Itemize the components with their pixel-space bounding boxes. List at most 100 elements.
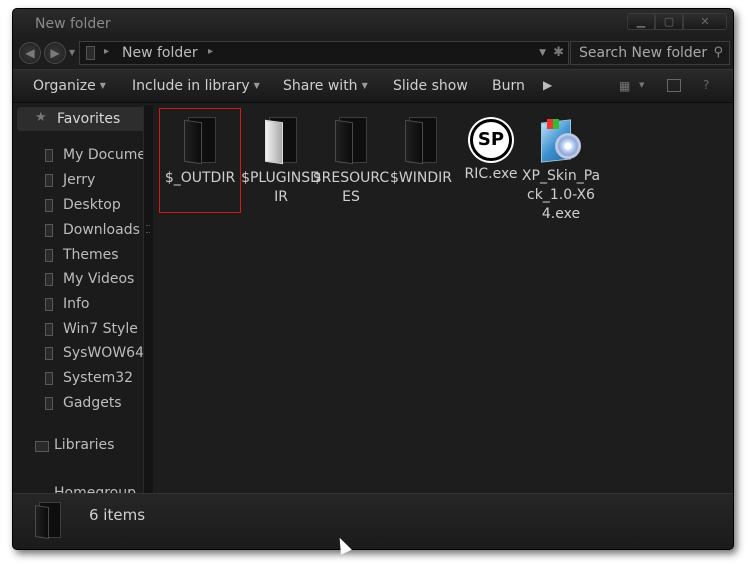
item-count: 6 items [89, 506, 146, 524]
refresh-icon[interactable]: ✱ [553, 45, 564, 60]
file-label: $_OUTDIR [164, 170, 236, 186]
sidebar-item-label: My Docume [63, 147, 146, 163]
sidebar-item-label: Win7 Style E [63, 321, 151, 337]
sidebar-item-label: SysWOW64 [63, 345, 144, 361]
navigation-pane: ★ Favorites My Docume Jerry Desktop Down… [13, 105, 151, 493]
sidebar-item-syswow64[interactable]: SysWOW64 [13, 343, 149, 365]
file-label: XP_Skin_Pack_1.0-X64.exe [521, 168, 601, 222]
sidebar-item-label: Desktop [63, 197, 121, 213]
share-with-button[interactable]: Share with ▼ [283, 78, 368, 94]
include-in-library-button[interactable]: Include in library ▼ [132, 78, 260, 94]
file-label: $WINDIR [390, 170, 452, 186]
sidebar-item-label: Themes [63, 247, 119, 263]
chevron-down-icon: ▼ [253, 81, 260, 90]
sidebar-item-label: My Videos [63, 271, 135, 287]
sidebar-item-homegroup[interactable]: Homegroup [54, 485, 136, 493]
sidebar-item-label: Gadgets [63, 395, 122, 411]
sidebar-item-label: Favorites [57, 111, 121, 127]
search-icon[interactable]: ⚲ [713, 45, 723, 60]
sidebar-item-label: Jerry [63, 172, 96, 188]
organize-label: Organize [33, 78, 96, 94]
window-controls: ▁ ▢ ✕ [627, 13, 727, 30]
folder-icon [331, 115, 371, 165]
folder-icon [45, 372, 53, 385]
breadcrumb-arrow-icon[interactable]: ▸ [208, 46, 213, 57]
back-button[interactable]: ◀ [19, 42, 41, 64]
share-with-label: Share with [283, 78, 358, 94]
title-bar[interactable]: New folder ▁ ▢ ✕ [13, 9, 733, 39]
chevron-down-icon[interactable]: ▼ [639, 81, 644, 89]
folder-icon [45, 199, 53, 212]
sidebar-item-favorites[interactable]: ★ Favorites [17, 107, 145, 131]
preview-pane-icon[interactable] [667, 79, 681, 92]
folder-icon [45, 323, 53, 336]
folder-icon [45, 149, 53, 162]
file-item-windir[interactable]: $WINDIR [381, 115, 461, 188]
window-title: New folder [35, 16, 111, 32]
sidebar-item-label: Downloads [63, 222, 140, 238]
file-item-pluginsdir[interactable]: $PLUGINSDIR [241, 115, 321, 207]
minimize-button[interactable]: ▁ [627, 13, 655, 30]
organize-button[interactable]: Organize ▼ [33, 78, 106, 94]
folder-icon [45, 298, 53, 311]
command-bar: Organize ▼ Include in library ▼ Share with… [13, 69, 733, 103]
file-label: RIC.exe [464, 166, 518, 182]
folder-icon [45, 249, 53, 262]
star-icon: ★ [35, 110, 47, 125]
file-label: $PLUGINSDIR [241, 170, 321, 205]
folder-icon [45, 273, 53, 286]
folder-icon [45, 397, 53, 410]
file-item-outdir[interactable]: $_OUTDIR [159, 108, 241, 213]
file-label: $RESOURCES [312, 170, 390, 205]
sidebar-item-system32[interactable]: System32 [13, 368, 149, 390]
splitter-grip[interactable] [146, 225, 150, 233]
folder-icon [180, 115, 220, 165]
forward-button[interactable]: ▶ [44, 42, 66, 64]
breadcrumb-new-folder[interactable]: New folder [122, 45, 198, 61]
sidebar-item-desktop[interactable]: Desktop [13, 195, 149, 217]
sidebar-item-gadgets[interactable]: Gadgets [13, 393, 149, 415]
folder-icon [45, 347, 53, 360]
folder-icon [401, 115, 441, 165]
close-button[interactable]: ✕ [683, 13, 727, 30]
folder-icon [261, 115, 301, 165]
file-list: $_OUTDIR $PLUGINSDIR $RESOURCES $WINDIR … [153, 105, 733, 493]
slide-show-button[interactable]: Slide show [393, 78, 468, 94]
burn-button[interactable]: Burn [492, 78, 525, 94]
address-row: ◀ ▶ ▼ ▸ New folder ▸ ▼ ✱ Search New fold… [13, 39, 733, 73]
pane-splitter[interactable] [143, 105, 153, 493]
details-pane: 6 items [13, 493, 733, 549]
sidebar-item-my-documents[interactable]: My Docume [13, 145, 149, 167]
sidebar-item-libraries[interactable]: Libraries [54, 437, 114, 453]
address-dropdown-icon[interactable]: ▼ [539, 48, 546, 58]
more-commands-icon[interactable]: ▶ [543, 78, 552, 92]
libraries-icon [35, 441, 49, 452]
sidebar-item-win7-style[interactable]: Win7 Style E [13, 319, 151, 341]
sp-app-icon: SP [470, 119, 512, 161]
search-input[interactable]: Search New folder ⚲ [570, 41, 730, 65]
sidebar-item-label: Info [63, 296, 90, 312]
sidebar-item-themes[interactable]: Themes [13, 245, 149, 267]
folder-icon [86, 46, 95, 60]
file-item-xp-skin-pack[interactable]: XP_Skin_Pack_1.0-X64.exe [521, 115, 601, 224]
sidebar-item-info[interactable]: Info [13, 294, 149, 316]
breadcrumb-arrow-icon[interactable]: ▸ [104, 46, 109, 57]
folder-icon [45, 224, 53, 237]
maximize-button[interactable]: ▢ [655, 13, 683, 30]
address-bar[interactable]: ▸ New folder ▸ ▼ ✱ [79, 41, 569, 65]
folder-icon [35, 502, 65, 539]
recent-pages-dropdown[interactable]: ▼ [69, 48, 75, 57]
installer-cd-icon [539, 117, 583, 163]
folder-icon [45, 174, 53, 187]
change-view-icon[interactable]: ▦ [619, 79, 630, 93]
file-item-ric-exe[interactable]: SP RIC.exe [451, 115, 531, 184]
back-arrow-icon: ◀ [25, 46, 35, 60]
include-in-library-label: Include in library [132, 78, 250, 94]
sidebar-item-downloads[interactable]: Downloads [13, 220, 149, 242]
file-item-resources[interactable]: $RESOURCES [311, 115, 391, 207]
help-icon[interactable]: ? [703, 78, 709, 92]
sidebar-item-my-videos[interactable]: My Videos [13, 269, 149, 291]
search-placeholder: Search New folder [579, 45, 708, 61]
sidebar-item-jerry[interactable]: Jerry [13, 170, 149, 192]
chevron-down-icon: ▼ [99, 81, 106, 90]
